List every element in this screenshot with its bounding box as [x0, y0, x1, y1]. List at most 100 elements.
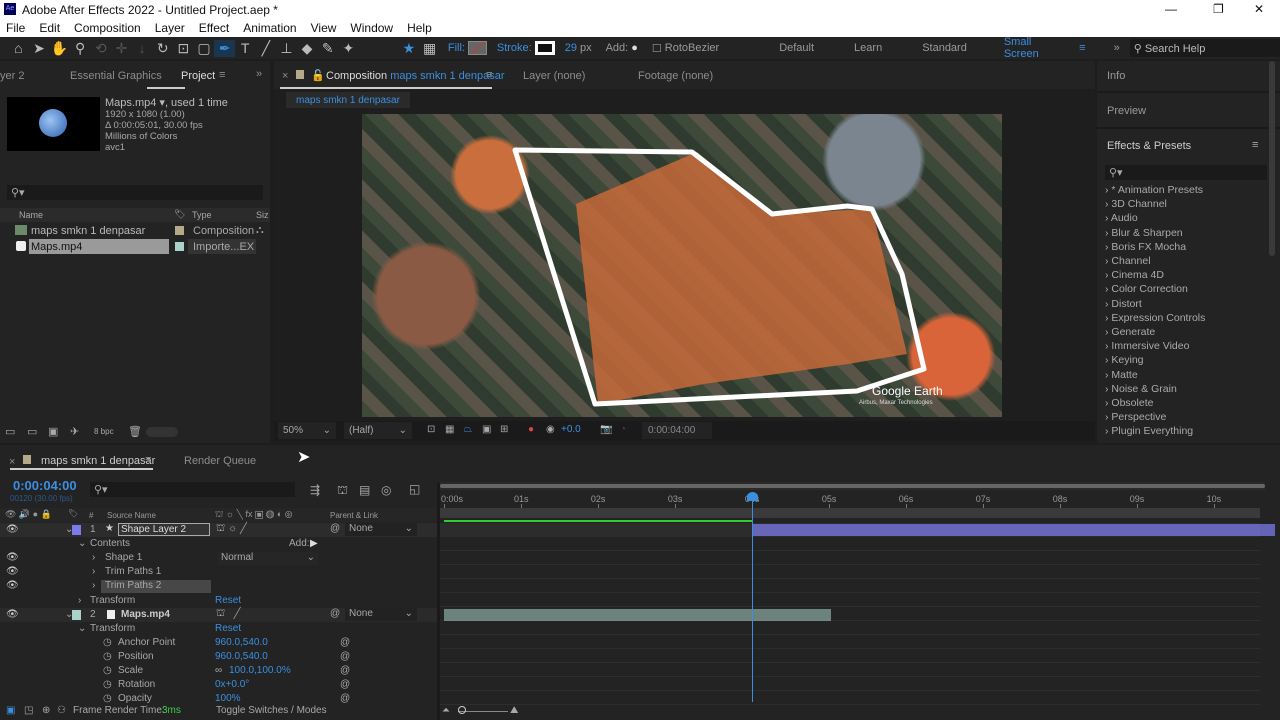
parent-dropdown[interactable]: None ⌄ [345, 608, 417, 621]
effect-category[interactable]: › Generate [1105, 326, 1155, 338]
stroke-swatch[interactable] [534, 41, 555, 55]
pickwhip-icon[interactable]: @ [340, 637, 350, 648]
track-divider[interactable] [440, 592, 1260, 593]
new-folder-icon[interactable]: ▭ [27, 425, 37, 438]
trim-paths-row[interactable]: 👁 › Trim Paths 2 [0, 580, 437, 594]
minimize-button[interactable]: — [1165, 2, 1177, 16]
layer-name[interactable]: Maps.mp4 [121, 609, 170, 620]
visibility-eye-icon[interactable]: 👁 [6, 552, 19, 563]
menu-composition[interactable]: Composition [74, 21, 141, 35]
property-row[interactable]: ◷ Scale ∞ 100.0,100.0% @ [0, 665, 437, 679]
flowchart-icon[interactable]: ⛬ [256, 224, 264, 237]
project-search-input[interactable]: ⚲▾ [7, 185, 263, 200]
pen-tool-icon[interactable]: ✒ [214, 39, 235, 57]
tab-layer[interactable]: yer 2 [0, 70, 24, 82]
project-item-row[interactable]: maps smkn 1 denpasar Composition ⛬ [0, 223, 270, 238]
close-tab-icon[interactable]: × [282, 70, 288, 82]
parent-dropdown[interactable]: None ⌄ [345, 523, 417, 536]
zoom-slider-handle[interactable] [458, 706, 466, 714]
layer-row[interactable]: 👁 ⌄ 2 Maps.mp4 ⛫ ╱ @ None ⌄ [0, 608, 437, 622]
tab-essential-graphics[interactable]: Essential Graphics [70, 70, 162, 82]
toggle-switches-modes-button[interactable]: Toggle Switches / Modes [216, 705, 327, 716]
show-snapshot-icon[interactable]: ◔ [620, 424, 626, 435]
new-composition-icon[interactable]: ▣ [48, 425, 58, 438]
transfer-controls-icon[interactable]: ◳ [24, 705, 33, 716]
track-divider[interactable] [440, 550, 1260, 551]
menu-layer[interactable]: Layer [155, 21, 185, 35]
effect-category[interactable]: › Blur & Sharpen [1105, 227, 1183, 239]
stopwatch-icon[interactable]: ◷ [103, 637, 112, 648]
menu-effect[interactable]: Effect [199, 21, 229, 35]
track-divider[interactable] [440, 648, 1260, 649]
resolution-dropdown[interactable]: (Half) ⌄ [344, 422, 412, 439]
shape-row[interactable]: 👁 › Shape 1 Normal ⌄ [0, 552, 437, 566]
pan-tool-icon[interactable]: ✛ [111, 40, 132, 57]
workspace-small-screen[interactable]: Small Screen [1004, 36, 1065, 60]
pickwhip-icon[interactable]: @ [340, 693, 350, 704]
close-tab-icon[interactable]: × [9, 456, 15, 468]
effect-category[interactable]: › Channel [1105, 255, 1151, 267]
track-divider[interactable] [440, 690, 1260, 691]
property-value[interactable]: 100% [215, 693, 241, 704]
track-divider[interactable] [440, 578, 1260, 579]
magnification-dropdown[interactable]: 50% ⌄ [278, 422, 336, 439]
zoom-slider[interactable] [440, 484, 1265, 488]
stopwatch-icon[interactable]: ◷ [103, 665, 112, 676]
thumbnail-size-slider[interactable] [146, 427, 178, 437]
expand-panels-icon[interactable]: » [256, 68, 262, 80]
playhead[interactable] [746, 492, 758, 702]
mask-visibility-icon[interactable]: ⏢ [464, 424, 472, 435]
workspace-learn[interactable]: Learn [854, 42, 882, 54]
expand-chevron-icon[interactable]: › [92, 580, 95, 591]
frame-blending-icon[interactable]: ▤ [359, 483, 370, 497]
stopwatch-icon[interactable]: ◷ [103, 693, 112, 704]
track-divider[interactable] [440, 662, 1260, 663]
property-row[interactable]: ◷ Rotation 0x+0.0° @ [0, 679, 437, 693]
effect-category[interactable]: › Cinema 4D [1105, 269, 1164, 281]
menu-view[interactable]: View [311, 21, 337, 35]
tab-layer-viewer[interactable]: Layer (none) [523, 70, 585, 82]
effect-category[interactable]: › Color Correction [1105, 283, 1188, 295]
time-ruler[interactable]: 0:00s01s02s03s04s05s06s07s08s09s10s [440, 490, 1265, 508]
tab-project[interactable]: Project [181, 70, 215, 82]
menu-edit[interactable]: Edit [39, 21, 60, 35]
property-value[interactable]: 0x+0.0° [215, 679, 249, 690]
expand-chevron-icon[interactable]: ⌄ [78, 623, 86, 634]
workspace-standard[interactable]: Standard [922, 42, 967, 54]
zoom-out-icon[interactable]: ⏶ [442, 705, 450, 716]
hand-tool-icon[interactable]: ✋ [49, 40, 70, 57]
timeline-menu-icon[interactable]: ≡ [145, 454, 151, 466]
stopwatch-icon[interactable]: ◷ [103, 651, 112, 662]
comp-menu-icon[interactable]: ≡ [486, 69, 492, 81]
effects-search-input[interactable]: ⚲▾ [1105, 165, 1267, 180]
puppet-pin-icon[interactable]: ✦ [338, 40, 359, 57]
viewer-timecode[interactable]: 0:00:04:00 [642, 422, 712, 439]
reset-link[interactable]: Reset [215, 595, 241, 606]
rectangle-tool-icon[interactable]: ▢ [194, 40, 215, 57]
constrain-link-icon[interactable]: ∞ [215, 665, 222, 676]
lock-icon[interactable]: 🔓 [311, 69, 325, 82]
layer-bar-shape-layer-2[interactable] [751, 524, 1276, 536]
orbit-tool-icon[interactable]: ⟲ [91, 40, 112, 57]
expand-chevron-icon[interactable]: › [92, 552, 95, 563]
pickwhip-icon[interactable]: @ [330, 523, 340, 534]
tab-render-queue[interactable]: Render Queue [184, 455, 256, 467]
map-footage[interactable]: Google Earth Airbus, Maxar Technologies [362, 114, 1002, 417]
effects-menu-icon[interactable]: ≡ [1252, 139, 1258, 151]
scrollbar[interactable] [1269, 61, 1275, 256]
transform-row[interactable]: › Transform Reset [0, 595, 437, 609]
effects-presets-header[interactable]: Effects & Presets [1107, 140, 1191, 152]
col-type[interactable]: Type [192, 210, 212, 220]
property-row[interactable]: ◷ Anchor Point 960.0,540.0 @ [0, 637, 437, 651]
property-value[interactable]: 960.0,540.0 [215, 637, 268, 648]
track-divider[interactable] [440, 606, 1260, 607]
expand-chevron-icon[interactable]: ⌄ [78, 538, 86, 549]
playhead-handle[interactable] [746, 492, 758, 501]
zoom-tool-icon[interactable]: ⚲ [70, 40, 91, 57]
col-source-name[interactable]: Source Name [107, 511, 156, 520]
expand-chevron-icon[interactable]: › [92, 566, 95, 577]
clone-stamp-icon[interactable]: ⊥ [276, 40, 297, 57]
channel-icon[interactable]: ● [528, 424, 534, 435]
tab-timeline-comp[interactable]: maps smkn 1 denpasar [41, 455, 155, 467]
add-button-icon[interactable]: ▶ [310, 538, 318, 549]
